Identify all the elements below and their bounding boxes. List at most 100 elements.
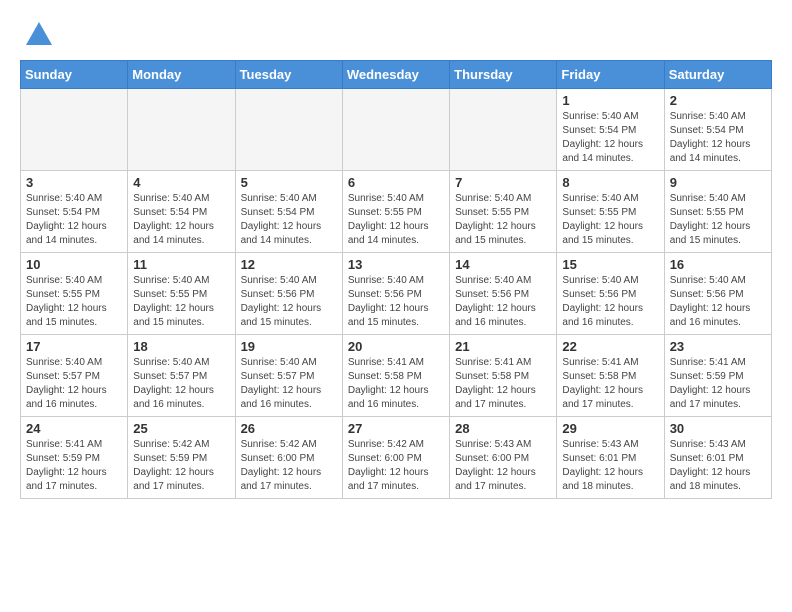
day-info: Sunrise: 5:40 AM Sunset: 5:55 PM Dayligh…	[133, 274, 229, 330]
day-number: 7	[455, 175, 551, 190]
day-info: Sunrise: 5:41 AM Sunset: 5:58 PM Dayligh…	[455, 356, 551, 412]
calendar-cell: 22 Sunrise: 5:41 AM Sunset: 5:58 PM Dayli…	[557, 335, 664, 417]
calendar-cell: 3 Sunrise: 5:40 AM Sunset: 5:54 PM Daylig…	[21, 171, 128, 253]
day-number: 23	[670, 339, 766, 354]
day-number: 10	[26, 257, 122, 272]
day-info: Sunrise: 5:43 AM Sunset: 6:00 PM Dayligh…	[455, 438, 551, 494]
calendar-cell	[21, 89, 128, 171]
calendar-cell: 6 Sunrise: 5:40 AM Sunset: 5:55 PM Daylig…	[342, 171, 449, 253]
day-info: Sunrise: 5:42 AM Sunset: 5:59 PM Dayligh…	[133, 438, 229, 494]
day-info: Sunrise: 5:40 AM Sunset: 5:55 PM Dayligh…	[348, 192, 444, 248]
day-number: 24	[26, 421, 122, 436]
week-row-4: 24Sunrise: 5:41 AM Sunset: 5:59 PM Dayli…	[21, 417, 772, 499]
day-number: 14	[455, 257, 551, 272]
calendar-cell: 24Sunrise: 5:41 AM Sunset: 5:59 PM Dayli…	[21, 417, 128, 499]
day-info: Sunrise: 5:40 AM Sunset: 5:54 PM Dayligh…	[670, 110, 766, 166]
day-number: 11	[133, 257, 229, 272]
day-number: 21	[455, 339, 551, 354]
day-number: 28	[455, 421, 551, 436]
day-info: Sunrise: 5:43 AM Sunset: 6:01 PM Dayligh…	[562, 438, 658, 494]
day-number: 30	[670, 421, 766, 436]
week-row-0: 1 Sunrise: 5:40 AM Sunset: 5:54 PM Daylig…	[21, 89, 772, 171]
day-number: 15	[562, 257, 658, 272]
calendar-cell: 8 Sunrise: 5:40 AM Sunset: 5:55 PM Daylig…	[557, 171, 664, 253]
day-number: 20	[348, 339, 444, 354]
day-number: 8	[562, 175, 658, 190]
day-number: 13	[348, 257, 444, 272]
day-info: Sunrise: 5:40 AM Sunset: 5:55 PM Dayligh…	[455, 192, 551, 248]
day-number: 6	[348, 175, 444, 190]
calendar-cell: 19Sunrise: 5:40 AM Sunset: 5:57 PM Dayli…	[235, 335, 342, 417]
week-row-3: 17 Sunrise: 5:40 AM Sunset: 5:57 PM Dayli…	[21, 335, 772, 417]
calendar-cell: 5 Sunrise: 5:40 AM Sunset: 5:54 PM Daylig…	[235, 171, 342, 253]
day-info: Sunrise: 5:41 AM Sunset: 5:59 PM Dayligh…	[670, 356, 766, 412]
day-number: 17	[26, 339, 122, 354]
calendar-cell: 12 Sunrise: 5:40 AM Sunset: 5:56 PM Dayli…	[235, 253, 342, 335]
day-info: Sunrise: 5:40 AM Sunset: 5:56 PM Dayligh…	[348, 274, 444, 330]
day-info: Sunrise: 5:42 AM Sunset: 6:00 PM Dayligh…	[348, 438, 444, 494]
calendar-cell	[128, 89, 235, 171]
calendar-cell: 14 Sunrise: 5:40 AM Sunset: 5:56 PM Dayli…	[450, 253, 557, 335]
column-header-friday: Friday	[557, 61, 664, 89]
day-info: Sunrise: 5:40 AM Sunset: 5:55 PM Dayligh…	[26, 274, 122, 330]
week-row-1: 3 Sunrise: 5:40 AM Sunset: 5:54 PM Daylig…	[21, 171, 772, 253]
day-number: 4	[133, 175, 229, 190]
day-info: Sunrise: 5:43 AM Sunset: 6:01 PM Dayligh…	[670, 438, 766, 494]
day-number: 1	[562, 93, 658, 108]
day-info: Sunrise: 5:40 AM Sunset: 5:54 PM Dayligh…	[241, 192, 337, 248]
calendar-cell: 11 Sunrise: 5:40 AM Sunset: 5:55 PM Dayli…	[128, 253, 235, 335]
day-info: Sunrise: 5:42 AM Sunset: 6:00 PM Dayligh…	[241, 438, 337, 494]
week-row-2: 10 Sunrise: 5:40 AM Sunset: 5:55 PM Dayli…	[21, 253, 772, 335]
calendar-cell: 7 Sunrise: 5:40 AM Sunset: 5:55 PM Daylig…	[450, 171, 557, 253]
day-number: 29	[562, 421, 658, 436]
day-info: Sunrise: 5:41 AM Sunset: 5:58 PM Dayligh…	[348, 356, 444, 412]
calendar-header: SundayMondayTuesdayWednesdayThursdayFrid…	[21, 61, 772, 89]
calendar-cell: 4Sunrise: 5:40 AM Sunset: 5:54 PM Daylig…	[128, 171, 235, 253]
calendar-cell	[450, 89, 557, 171]
calendar-cell: 28 Sunrise: 5:43 AM Sunset: 6:00 PM Dayli…	[450, 417, 557, 499]
column-header-wednesday: Wednesday	[342, 61, 449, 89]
day-number: 16	[670, 257, 766, 272]
day-number: 19	[241, 339, 337, 354]
day-number: 3	[26, 175, 122, 190]
logo-icon	[24, 20, 54, 50]
day-number: 2	[670, 93, 766, 108]
day-info: Sunrise: 5:40 AM Sunset: 5:57 PM Dayligh…	[133, 356, 229, 412]
day-info: Sunrise: 5:40 AM Sunset: 5:54 PM Dayligh…	[562, 110, 658, 166]
calendar-cell: 20 Sunrise: 5:41 AM Sunset: 5:58 PM Dayli…	[342, 335, 449, 417]
calendar-cell	[342, 89, 449, 171]
calendar-cell: 21 Sunrise: 5:41 AM Sunset: 5:58 PM Dayli…	[450, 335, 557, 417]
day-number: 25	[133, 421, 229, 436]
day-number: 22	[562, 339, 658, 354]
day-number: 5	[241, 175, 337, 190]
day-info: Sunrise: 5:40 AM Sunset: 5:56 PM Dayligh…	[241, 274, 337, 330]
logo	[20, 20, 54, 50]
column-header-tuesday: Tuesday	[235, 61, 342, 89]
day-number: 9	[670, 175, 766, 190]
day-info: Sunrise: 5:40 AM Sunset: 5:56 PM Dayligh…	[562, 274, 658, 330]
calendar-cell: 13 Sunrise: 5:40 AM Sunset: 5:56 PM Dayli…	[342, 253, 449, 335]
calendar-cell: 16 Sunrise: 5:40 AM Sunset: 5:56 PM Dayli…	[664, 253, 771, 335]
day-info: Sunrise: 5:40 AM Sunset: 5:54 PM Dayligh…	[26, 192, 122, 248]
calendar-cell: 23 Sunrise: 5:41 AM Sunset: 5:59 PM Dayli…	[664, 335, 771, 417]
calendar-cell: 27 Sunrise: 5:42 AM Sunset: 6:00 PM Dayli…	[342, 417, 449, 499]
calendar-cell: 17 Sunrise: 5:40 AM Sunset: 5:57 PM Dayli…	[21, 335, 128, 417]
day-number: 12	[241, 257, 337, 272]
calendar-cell: 15 Sunrise: 5:40 AM Sunset: 5:56 PM Dayli…	[557, 253, 664, 335]
day-number: 26	[241, 421, 337, 436]
day-number: 18	[133, 339, 229, 354]
day-info: Sunrise: 5:40 AM Sunset: 5:57 PM Dayligh…	[26, 356, 122, 412]
day-info: Sunrise: 5:40 AM Sunset: 5:55 PM Dayligh…	[670, 192, 766, 248]
day-number: 27	[348, 421, 444, 436]
calendar-cell: 2 Sunrise: 5:40 AM Sunset: 5:54 PM Daylig…	[664, 89, 771, 171]
calendar-cell: 29 Sunrise: 5:43 AM Sunset: 6:01 PM Dayli…	[557, 417, 664, 499]
day-info: Sunrise: 5:41 AM Sunset: 5:58 PM Dayligh…	[562, 356, 658, 412]
day-info: Sunrise: 5:40 AM Sunset: 5:55 PM Dayligh…	[562, 192, 658, 248]
calendar-cell: 1 Sunrise: 5:40 AM Sunset: 5:54 PM Daylig…	[557, 89, 664, 171]
calendar-cell: 25 Sunrise: 5:42 AM Sunset: 5:59 PM Dayli…	[128, 417, 235, 499]
calendar-cell: 18 Sunrise: 5:40 AM Sunset: 5:57 PM Dayli…	[128, 335, 235, 417]
day-info: Sunrise: 5:40 AM Sunset: 5:56 PM Dayligh…	[455, 274, 551, 330]
day-info: Sunrise: 5:40 AM Sunset: 5:56 PM Dayligh…	[670, 274, 766, 330]
calendar-cell: 26 Sunrise: 5:42 AM Sunset: 6:00 PM Dayli…	[235, 417, 342, 499]
column-header-saturday: Saturday	[664, 61, 771, 89]
